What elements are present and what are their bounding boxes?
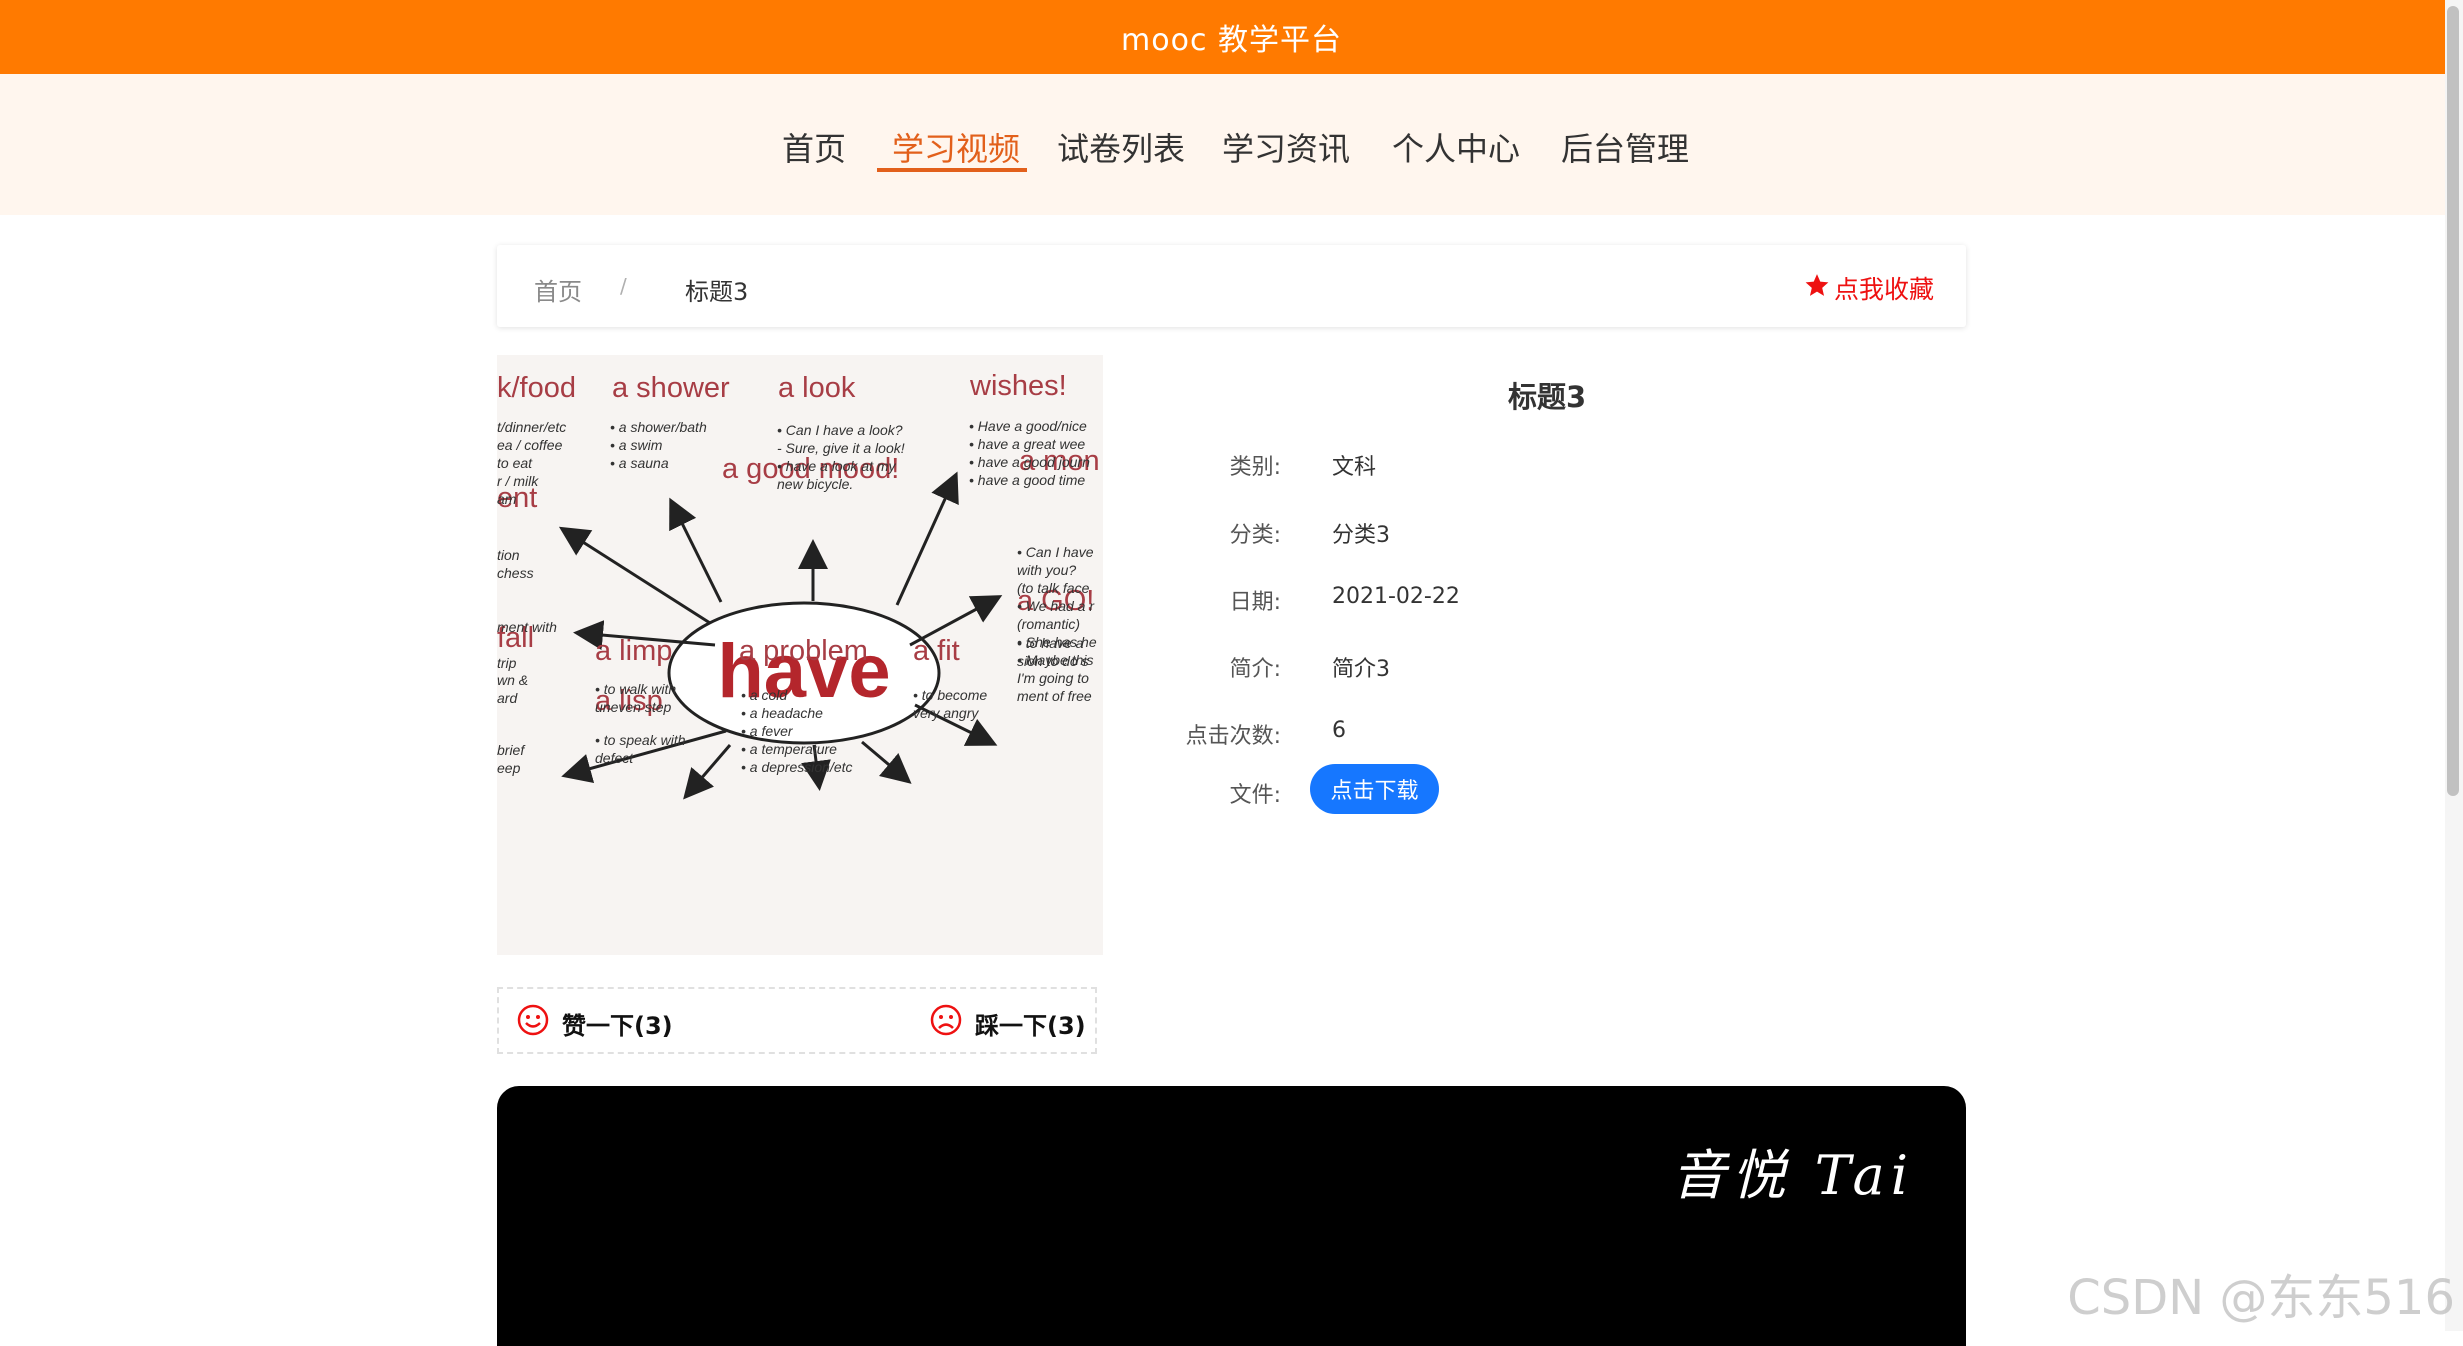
svg-text:tion: tion [497,547,520,563]
svg-text:r / milk: r / milk [497,473,539,489]
svg-text:ment with: ment with [497,619,557,635]
svg-text:very angry: very angry [913,705,979,721]
breadcrumb: 首页 / 标题3 点我收藏 [497,245,1966,327]
svg-text:• have a good time: • have a good time [969,472,1085,488]
nav-item-news[interactable]: 学习资讯 [1222,124,1350,170]
svg-text:• have a good journ: • have a good journ [969,454,1090,470]
info-label-date: 日期: [1229,590,1281,615]
svg-text:chess: chess [497,565,534,581]
svg-text:I'm going to: I'm going to [1017,670,1089,686]
svg-text:• a sauna: • a sauna [610,455,669,471]
app-title: mooc 教学平台 [1121,23,1342,58]
svg-text:• to speak with: • to speak with [595,732,686,748]
nav-item-exams[interactable]: 试卷列表 [1057,124,1185,170]
info-label-clicks: 点击次数: [1185,724,1281,749]
like-label: 赞一下(3) [562,1011,673,1040]
favorite-button[interactable]: 点我收藏 [1804,270,1934,306]
svg-text:eep: eep [497,760,521,776]
download-button[interactable]: 点击下载 [1310,764,1439,814]
main-nav: 首页 学习视频 试卷列表 学习资讯 个人中心 后台管理 [0,74,2463,215]
nav-item-videos[interactable]: 学习视频 [892,124,1020,170]
info-label-intro: 简介: [1229,657,1281,682]
vote-bar: 赞一下(3) 踩一下(3) [497,987,1097,1054]
favorite-label: 点我收藏 [1833,275,1934,304]
svg-text:brief: brief [497,742,526,758]
svg-text:trip: trip [497,655,517,671]
info-value-date: 2021-02-22 [1332,584,1460,609]
info-value-category: 分类3 [1332,523,1390,548]
scrollbar-thumb[interactable] [2447,6,2459,796]
svg-text:a fit: a fit [913,635,960,667]
svg-text:t/dinner/etc: t/dinner/etc [497,419,566,435]
svg-text:defect: defect [595,750,634,766]
nav-item-admin[interactable]: 后台管理 [1561,124,1689,170]
svg-text:- Sure, give it a look!: - Sure, give it a look! [777,440,905,456]
svg-text:ard: ard [497,690,518,706]
like-button[interactable]: 赞一下(3) [516,1003,673,1043]
star-icon [1804,272,1830,304]
svg-text:• to walk with: • to walk with [595,681,676,697]
svg-text:new bicycle.: new bicycle. [777,476,853,492]
svg-text:to eat: to eat [497,455,533,471]
course-title: 标题3 [1508,380,1587,414]
svg-text:• to become: • to become [913,687,987,703]
svg-text:(romantic): (romantic) [1017,616,1080,632]
video-player[interactable]: 音悦 Tai [497,1086,1966,1346]
svg-text:a look: a look [778,372,856,404]
info-label-category: 分类: [1229,523,1281,548]
breadcrumb-current: 标题3 [685,278,749,306]
svg-text:• have a great wee: • have a great wee [969,436,1085,452]
svg-text:am: am [497,491,517,507]
dislike-label: 踩一下(3) [975,1011,1086,1040]
scrollbar[interactable] [2445,0,2463,1331]
csdn-watermark: CSDN @东东516 [2067,1270,2455,1326]
svg-text:• a fever: • a fever [741,723,794,739]
svg-text:• a swim: • a swim [610,437,663,453]
svg-text:• have a look at my: • have a look at my [777,458,897,474]
svg-text:• Can I have a look?: • Can I have a look? [777,422,903,438]
svg-text:• a depression/etc: • a depression/etc [741,759,853,775]
svg-text:• Have a good/nice: • Have a good/nice [969,418,1087,434]
svg-text:ea / coffee: ea / coffee [497,437,563,453]
nav-item-home[interactable]: 首页 [782,124,846,170]
svg-text:• a cold: • a cold [741,687,788,703]
svg-text:a limp: a limp [595,635,672,667]
dislike-button[interactable]: 踩一下(3) [929,1003,1086,1043]
info-label-file: 文件: [1229,783,1281,808]
info-label-type: 类别: [1229,455,1281,480]
svg-text:• to have a: • to have a [1017,635,1084,651]
top-header: mooc 教学平台 [0,0,2463,74]
svg-text:k/food: k/food [497,372,576,404]
svg-text:• a shower/bath: • a shower/bath [610,419,707,435]
video-watermark-logo: 音悦 Tai [1671,1144,1914,1207]
nav-band: 首页 学习视频 试卷列表 学习资讯 个人中心 后台管理 [0,74,2463,215]
svg-text:sion to do s: sion to do s [1017,653,1089,669]
nav-active-underline [877,168,1027,172]
svg-text:wishes!: wishes! [969,370,1067,402]
nav-item-profile[interactable]: 个人中心 [1392,124,1520,170]
svg-text:a shower: a shower [612,372,730,404]
info-value-clicks: 6 [1332,718,1346,743]
svg-text:with you?: with you? [1017,562,1076,578]
frown-icon [929,1003,963,1043]
svg-text:• a temperature: • a temperature [741,741,837,757]
svg-text:wn &: wn & [497,672,528,688]
breadcrumb-home[interactable]: 首页 [534,272,582,307]
breadcrumb-separator: / [620,274,627,298]
course-cover-image: have k/food a shower a look wishes! a go… [497,355,1103,955]
svg-text:(to talk face: (to talk face [1017,580,1090,596]
svg-text:ment of free: ment of free [1017,688,1092,704]
info-value-intro: 简介3 [1332,657,1390,682]
svg-text:uneven step: uneven step [595,699,671,715]
svg-text:• a headache: • a headache [741,705,823,721]
smile-icon [516,1003,550,1043]
info-value-type: 文科 [1332,455,1377,480]
svg-text:a problem: a problem [739,635,868,667]
